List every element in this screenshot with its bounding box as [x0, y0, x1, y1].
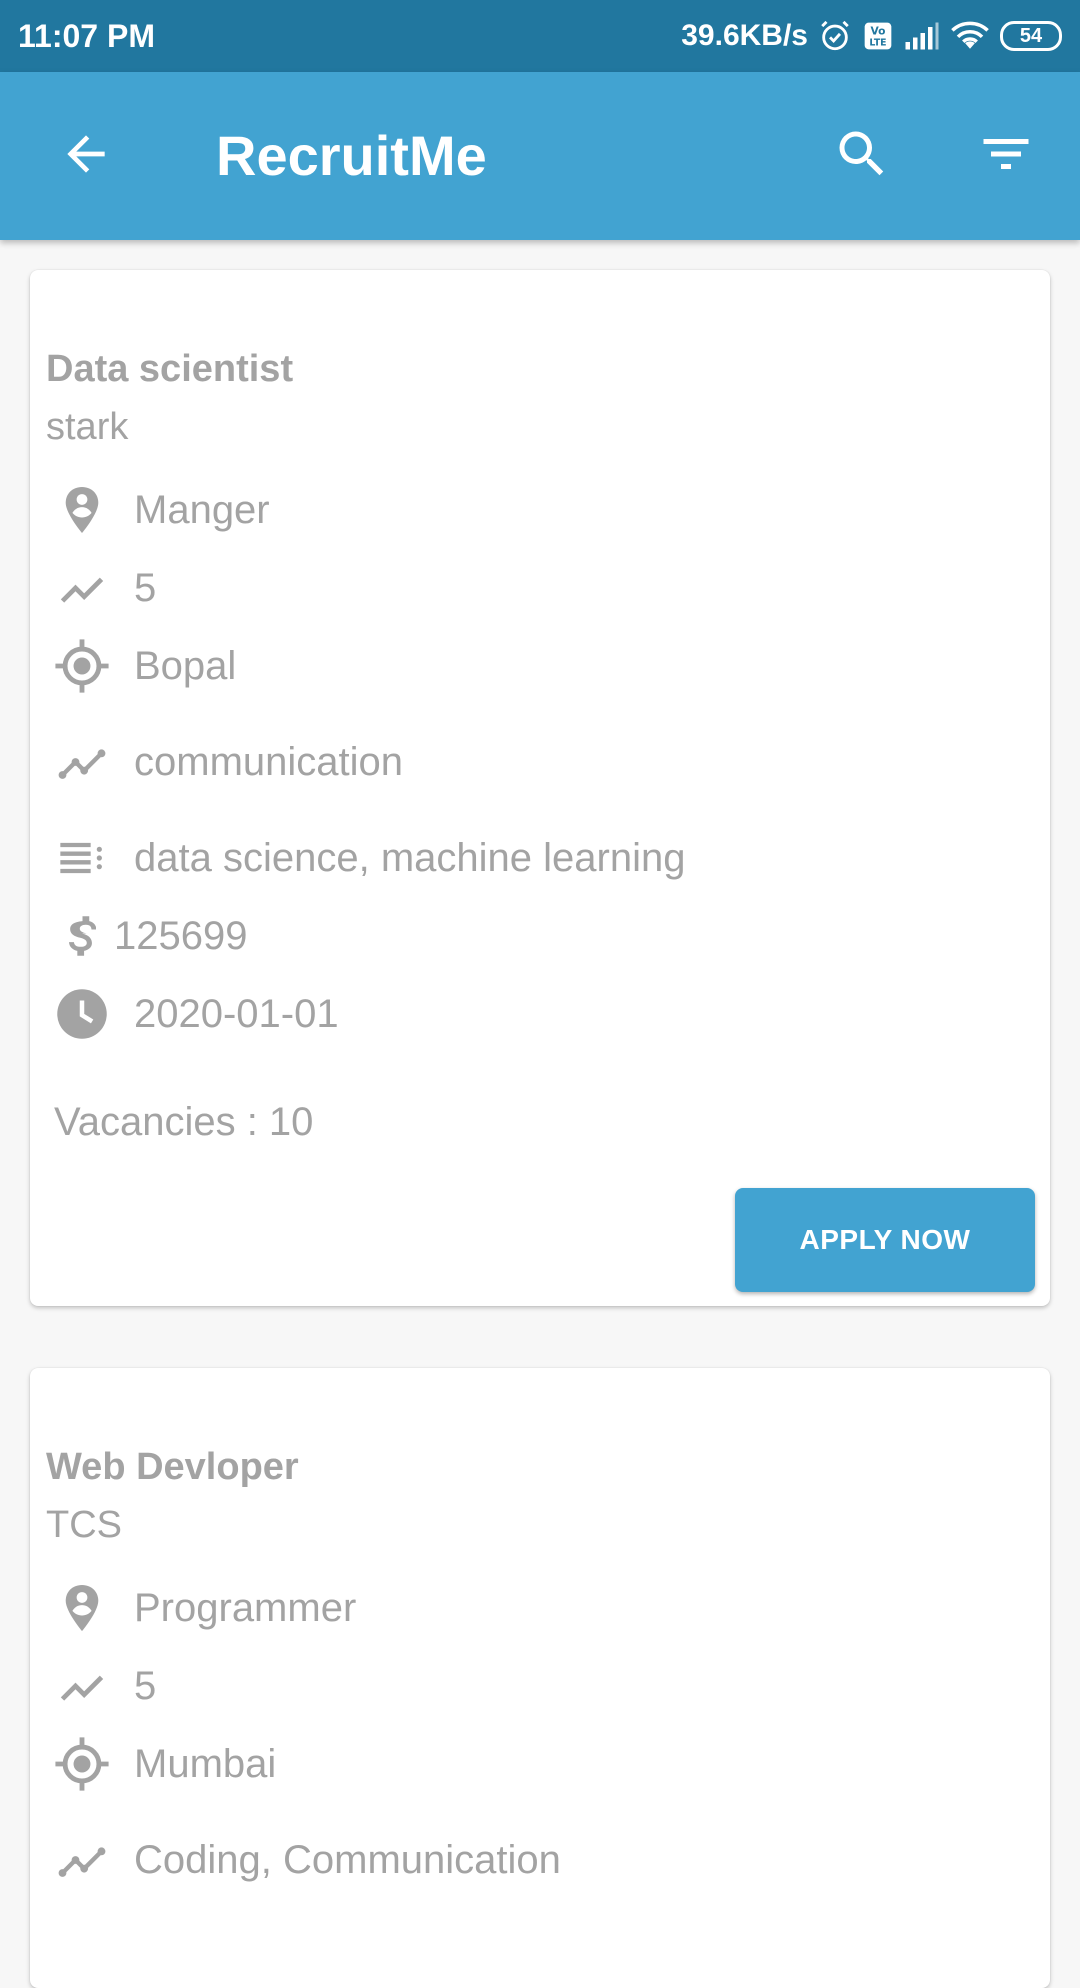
trending-up-icon: [52, 558, 112, 618]
skills-text: communication: [134, 739, 404, 784]
tags-text: data science, machine learning: [134, 835, 686, 880]
job-title: Web Devloper: [46, 1446, 299, 1488]
status-bar: 11:07 PM 39.6KB/s Vo LTE 54: [0, 0, 1080, 72]
apply-now-button[interactable]: APPLY NOW: [735, 1188, 1035, 1292]
experience-row: 5: [52, 1656, 156, 1716]
company-name: stark: [46, 406, 129, 448]
gps-icon: [52, 636, 112, 696]
location-row: Bopal: [52, 636, 236, 696]
tags-row: data science, machine learning: [52, 828, 685, 888]
job-title: Data scientist: [46, 348, 294, 390]
filter-icon: [976, 124, 1036, 189]
position-row: Programmer: [52, 1578, 356, 1638]
position-text: Manger: [134, 487, 270, 532]
location-text: Bopal: [134, 643, 237, 688]
job-card[interactable]: Data scientist stark Manger 5 Bopal comm…: [30, 270, 1050, 1306]
wifi-icon: [950, 20, 990, 52]
status-time: 11:07 PM: [18, 18, 155, 54]
back-arrow-icon: [58, 126, 114, 187]
experience-text: 5: [134, 565, 157, 610]
person-pin-icon: [52, 1578, 112, 1638]
job-card[interactable]: Web Devloper TCS Programmer 5 Mumbai Cod…: [30, 1368, 1050, 1988]
salary-text: 125699: [114, 913, 248, 958]
vacancies-text: Vacancies : 10: [54, 1100, 314, 1144]
timeline-icon: [52, 732, 112, 792]
location-row: Mumbai: [52, 1734, 276, 1794]
battery-icon: 54: [1000, 21, 1062, 51]
battery-level: 54: [1019, 24, 1043, 47]
alarm-icon: [818, 19, 852, 53]
app-title: RecruitMe: [216, 124, 487, 187]
cell-signal-icon: [904, 21, 940, 51]
volte-icon: Vo LTE: [862, 20, 894, 52]
date-row: 2020-01-01: [52, 984, 339, 1044]
skills-row: Coding, Communication: [52, 1830, 561, 1890]
status-icons: 39.6KB/s Vo LTE 54: [681, 14, 1062, 58]
salary-row: 125699: [58, 906, 247, 966]
network-speed: 39.6KB/s: [681, 19, 808, 52]
skills-row: communication: [52, 732, 403, 792]
app-bar: RecruitMe: [0, 72, 1080, 240]
timeline-icon: [52, 1830, 112, 1890]
search-button[interactable]: [820, 114, 904, 198]
search-icon: [832, 124, 892, 189]
person-pin-icon: [52, 480, 112, 540]
list-icon: [52, 828, 112, 888]
experience-text: 5: [134, 1663, 157, 1708]
svg-text:LTE: LTE: [869, 37, 886, 48]
position-text: Programmer: [134, 1585, 357, 1630]
skills-text: Coding, Communication: [134, 1837, 561, 1882]
company-name: TCS: [46, 1504, 122, 1546]
location-text: Mumbai: [134, 1741, 277, 1786]
svg-text:Vo: Vo: [871, 25, 886, 38]
back-button[interactable]: [44, 114, 128, 198]
trending-up-icon: [52, 1656, 112, 1716]
dollar-icon: [58, 906, 98, 966]
filter-button[interactable]: [964, 114, 1048, 198]
gps-icon: [52, 1734, 112, 1794]
experience-row: 5: [52, 558, 156, 618]
date-text: 2020-01-01: [134, 991, 339, 1036]
clock-icon: [52, 984, 112, 1044]
position-row: Manger: [52, 480, 270, 540]
